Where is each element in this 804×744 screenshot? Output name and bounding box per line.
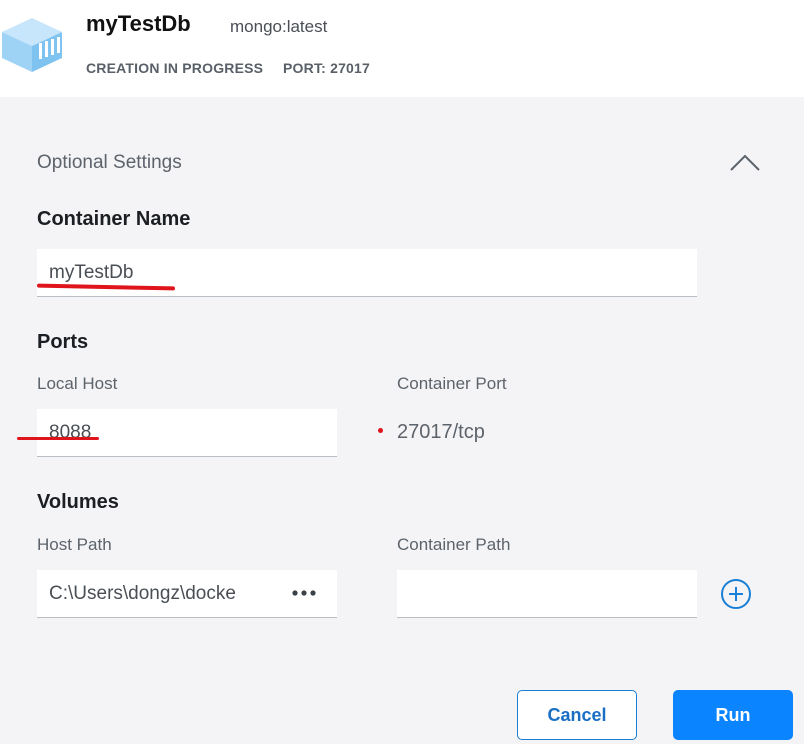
container-name-heading: Container Name [37, 208, 191, 230]
run-button[interactable]: Run [673, 690, 793, 740]
chevron-up-icon[interactable] [727, 150, 763, 176]
ports-heading: Ports [37, 331, 89, 353]
container-path-label: Container Path [397, 535, 511, 554]
volumes-heading: Volumes [37, 491, 119, 513]
container-port-value: 27017/tcp [397, 421, 485, 443]
local-host-label: Local Host [37, 374, 118, 393]
annotation-underline [17, 437, 99, 440]
container-path-input[interactable] [397, 570, 697, 618]
optional-settings-title: Optional Settings [37, 152, 182, 173]
container-port-label: Container Port [397, 374, 507, 393]
ellipsis-icon[interactable] [288, 581, 322, 605]
container-name-input[interactable] [37, 249, 697, 297]
cancel-button[interactable]: Cancel [517, 690, 637, 740]
container-header: myTestDb mongo:latest CREATION IN PROGRE… [0, 0, 804, 97]
local-host-port-input[interactable] [37, 409, 337, 457]
port-text: PORT: 27017 [283, 60, 371, 76]
container-title: myTestDb [86, 11, 191, 36]
status-text: CREATION IN PROGRESS [86, 60, 264, 76]
annotation-dot [378, 428, 383, 433]
image-name: mongo:latest [230, 17, 328, 36]
host-path-label: Host Path [37, 535, 112, 554]
plus-circle-icon[interactable] [720, 578, 752, 610]
docker-container-icon [2, 18, 62, 72]
